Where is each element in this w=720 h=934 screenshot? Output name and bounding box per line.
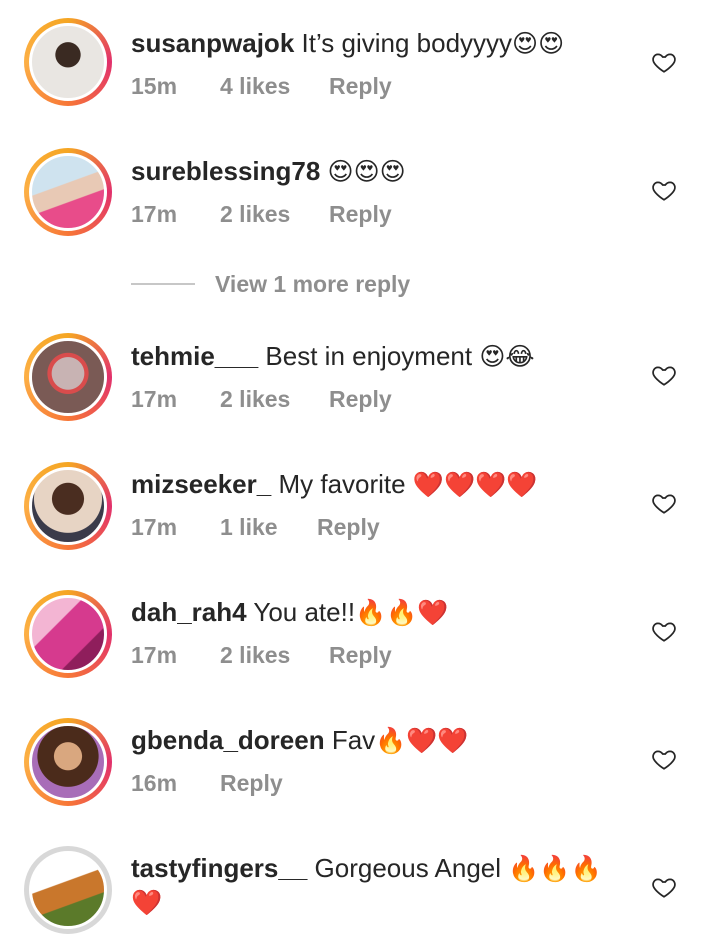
avatar[interactable] <box>29 23 107 101</box>
comment-text-line: dah_rah4 You ate!!🔥🔥❤️ <box>131 592 448 633</box>
reply-button[interactable]: Reply <box>329 386 392 413</box>
avatar[interactable] <box>29 595 107 673</box>
comment-likes[interactable]: 2 likes <box>220 386 290 413</box>
avatar[interactable] <box>29 723 107 801</box>
heart-outline-icon[interactable] <box>651 746 677 772</box>
comment-text-line: gbenda_doreen Fav🔥❤️❤️ <box>131 720 469 761</box>
comment-likes[interactable]: 4 likes <box>220 73 290 100</box>
comment-body: My favorite <box>278 469 406 499</box>
heart-outline-icon[interactable] <box>651 874 677 900</box>
divider-line <box>131 283 195 285</box>
comment-emoji: 🔥🔥❤️ <box>355 598 449 627</box>
avatar[interactable] <box>29 153 107 231</box>
comment-body: Gorgeous Angel <box>314 853 502 883</box>
comment-username[interactable]: dah_rah4 <box>131 597 247 627</box>
comment-body: You ate!! <box>253 597 356 627</box>
reply-button[interactable]: Reply <box>317 514 380 541</box>
avatar-story-ring[interactable] <box>24 333 112 421</box>
comment-text-line: sureblessing78 😍😍😍 <box>131 151 406 192</box>
avatar-story-ring[interactable] <box>24 590 112 678</box>
comment-time: 17m <box>131 386 178 412</box>
reply-button[interactable]: Reply <box>329 642 392 669</box>
avatar-ring[interactable] <box>24 846 112 934</box>
heart-outline-icon[interactable] <box>651 490 677 516</box>
avatar-story-ring[interactable] <box>24 718 112 806</box>
comment-username[interactable]: mizseeker_ <box>131 469 271 499</box>
reply-button[interactable]: Reply <box>329 73 392 100</box>
avatar[interactable] <box>29 851 107 929</box>
heart-outline-icon[interactable] <box>651 362 677 388</box>
view-more-replies-label[interactable]: View 1 more reply <box>215 268 410 300</box>
comment-text-line: tastyfingers__ Gorgeous Angel 🔥🔥🔥 <box>131 848 602 889</box>
comment-username[interactable]: susanpwajok <box>131 28 294 58</box>
comment-emoji: 🔥❤️❤️ <box>375 726 469 755</box>
avatar-story-ring[interactable] <box>24 18 112 106</box>
avatar[interactable] <box>29 338 107 416</box>
heart-outline-icon[interactable] <box>651 618 677 644</box>
avatar-story-ring[interactable] <box>24 462 112 550</box>
comment-text-line: tehmie___ Best in enjoyment 😍😂 <box>131 336 535 377</box>
comment-time: 15m <box>131 73 178 99</box>
comment-body: Best in enjoyment <box>265 341 473 371</box>
comment-username[interactable]: gbenda_doreen <box>131 725 325 755</box>
comment-emoji: 😍😍😍 <box>327 157 406 186</box>
comment-text-line: susanpwajok It’s giving bodyyyy😍😍 <box>131 23 564 64</box>
comment-username[interactable]: tehmie___ <box>131 341 258 371</box>
comment-body: Fav <box>331 725 376 755</box>
reply-button[interactable]: Reply <box>220 770 283 797</box>
comment-username[interactable]: tastyfingers__ <box>131 853 307 883</box>
avatar[interactable] <box>29 467 107 545</box>
comment-emoji: 🔥🔥🔥 <box>508 854 602 883</box>
avatar-story-ring[interactable] <box>24 148 112 236</box>
comment-text-line-continued: ❤️ <box>131 882 162 923</box>
heart-outline-icon[interactable] <box>651 49 677 75</box>
comment-time: 16m <box>131 770 178 796</box>
comment-emoji: 😍😍 <box>512 29 565 58</box>
comment-likes[interactable]: 2 likes <box>220 642 290 669</box>
comment-time: 17m <box>131 642 178 668</box>
comment-body: It’s giving bodyyyy <box>301 28 513 58</box>
comment-likes[interactable]: 1 like <box>220 514 278 541</box>
comment-text-line: mizseeker_ My favorite ❤️❤️❤️❤️ <box>131 464 537 505</box>
comment-likes[interactable]: 2 likes <box>220 201 290 228</box>
comment-time: 17m <box>131 201 178 227</box>
comment-time: 17m <box>131 514 178 540</box>
comment-emoji: ❤️❤️❤️❤️ <box>412 470 538 499</box>
heart-outline-icon[interactable] <box>651 177 677 203</box>
comment-emoji: 😍😂 <box>479 342 535 371</box>
comment-username[interactable]: sureblessing78 <box>131 156 320 186</box>
reply-button[interactable]: Reply <box>329 201 392 228</box>
comment-emoji: ❤️ <box>131 888 163 917</box>
